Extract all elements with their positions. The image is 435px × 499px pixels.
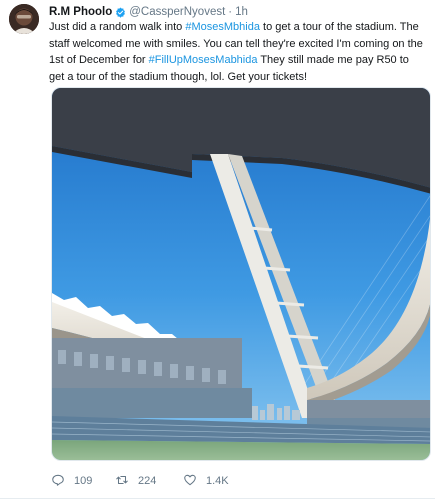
tweet-text: Just did a random walk into #MosesMbhida…	[49, 19, 427, 85]
separator-dot: ·	[228, 6, 233, 18]
tweet-card[interactable]: R.M Phoolo @CassperNyovest · 1h Just did…	[0, 0, 435, 499]
retweet-arrows-icon	[115, 473, 129, 490]
like-count: 1.4K	[206, 475, 229, 487]
author-name[interactable]: R.M Phoolo	[49, 6, 112, 18]
speech-bubble-icon	[51, 473, 65, 490]
avatar[interactable]	[9, 4, 39, 34]
hashtag-link-mosesmbhida[interactable]: #MosesMbhida	[185, 21, 260, 33]
stadium-photo	[52, 88, 430, 460]
like-button[interactable]: 1.4K	[183, 470, 247, 492]
tweet-photo[interactable]	[51, 87, 431, 461]
tweet-header: R.M Phoolo @CassperNyovest · 1h	[49, 4, 248, 20]
tweet-timestamp[interactable]: 1h	[235, 6, 248, 18]
reply-count: 109	[74, 475, 93, 487]
tweet-text-segment: Just did a random walk into	[49, 21, 186, 33]
author-handle[interactable]: @CassperNyovest	[129, 6, 225, 18]
hashtag-link-fillupmosesmabhida[interactable]: #FillUpMosesMabhida	[149, 54, 258, 66]
reply-button[interactable]: 109	[51, 470, 115, 492]
retweet-button[interactable]: 224	[115, 470, 183, 492]
tweet-actions: 109 224 1.4K	[51, 470, 247, 492]
verified-badge-icon	[115, 6, 126, 18]
heart-icon	[183, 473, 197, 490]
retweet-count: 224	[138, 475, 157, 487]
